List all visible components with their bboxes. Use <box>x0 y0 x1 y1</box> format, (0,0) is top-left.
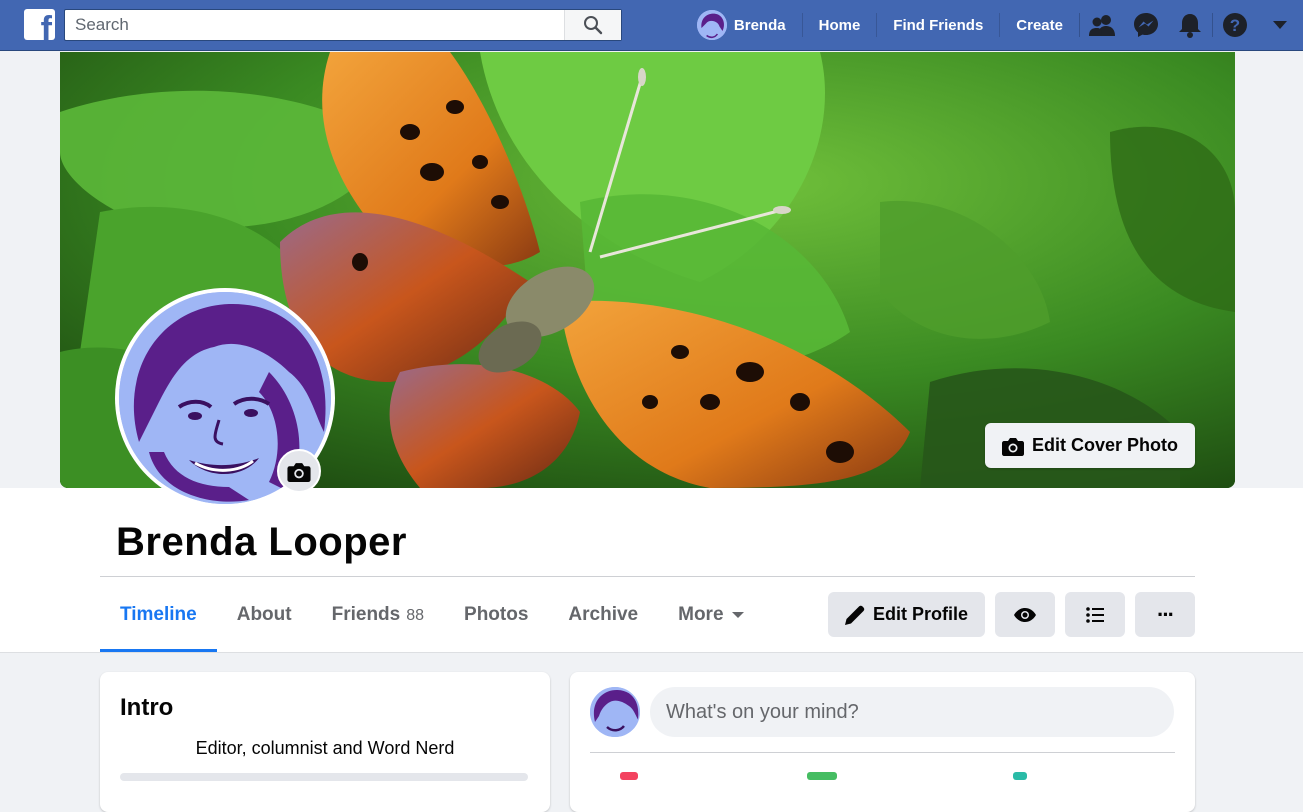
notifications-button[interactable] <box>1168 0 1212 50</box>
activity-log-button[interactable] <box>1065 592 1125 637</box>
help-icon: ? <box>1223 13 1247 37</box>
composer-divider <box>590 752 1175 753</box>
messenger-button[interactable] <box>1124 0 1168 50</box>
edit-profile-label: Edit Profile <box>872 604 968 624</box>
search-input[interactable] <box>65 10 585 40</box>
nav-home-link[interactable]: Home <box>803 13 878 37</box>
tag-friends-action-icon[interactable] <box>807 772 837 780</box>
nav-find-friends-link[interactable]: Find Friends <box>877 13 1001 37</box>
tab-label: Timeline <box>120 603 197 625</box>
edit-cover-photo-button[interactable]: Edit Cover Photo <box>985 423 1195 468</box>
camera-icon <box>1001 437 1024 456</box>
nav-profile-link[interactable]: Brenda <box>696 10 803 40</box>
edit-cover-photo-label: Edit Cover Photo <box>1031 435 1178 455</box>
post-composer-card <box>570 672 1195 812</box>
eye-icon <box>1014 607 1036 622</box>
view-as-button[interactable] <box>995 592 1055 637</box>
logo-letter: f <box>40 10 52 40</box>
friends-icon <box>1089 15 1115 36</box>
intro-card: Intro Editor, columnist and Word Nerd <box>100 672 550 812</box>
profile-tabs: Timeline About Friends 88 Photos Archive… <box>100 577 764 652</box>
tab-label: About <box>236 603 292 625</box>
edit-bio-button[interactable] <box>120 773 528 781</box>
messenger-icon <box>1134 13 1158 37</box>
photo-video-action-icon[interactable] <box>620 772 638 780</box>
top-navigation-bar: f Brenda Home Find Friends Create <box>0 0 1303 51</box>
camera-icon <box>287 462 311 482</box>
tab-about[interactable]: About <box>217 577 312 652</box>
pencil-icon <box>844 605 865 625</box>
nav-create-link[interactable]: Create <box>1000 13 1079 37</box>
facebook-logo-icon[interactable]: f <box>24 9 55 40</box>
tab-label: More <box>678 603 724 625</box>
friends-count: 88 <box>406 607 425 624</box>
tab-photos[interactable]: Photos <box>444 577 548 652</box>
friend-requests-button[interactable] <box>1080 0 1124 50</box>
search-button[interactable] <box>564 10 621 40</box>
tab-archive[interactable]: Archive <box>548 577 658 652</box>
notifications-icon <box>1179 14 1201 38</box>
nav-user-name: Brenda <box>733 16 786 34</box>
search-icon <box>584 16 603 35</box>
intro-title: Intro <box>120 694 174 721</box>
account-menu-button[interactable] <box>1257 0 1303 50</box>
help-button[interactable]: ? <box>1213 0 1257 50</box>
profile-name: Brenda Looper <box>116 520 407 564</box>
tab-label: Archive <box>568 603 639 625</box>
intro-bio: Editor, columnist and Word Nerd <box>195 738 455 758</box>
user-avatar-small <box>696 10 727 40</box>
top-nav-right: Brenda Home Find Friends Create ? <box>696 0 1303 50</box>
composer-avatar[interactable] <box>590 687 640 737</box>
list-icon <box>1086 606 1104 623</box>
chevron-down-icon <box>1273 21 1287 29</box>
caret-down-icon <box>731 611 744 618</box>
feeling-activity-action-icon[interactable] <box>1013 772 1027 780</box>
edit-profile-button[interactable]: Edit Profile <box>828 592 985 637</box>
tab-friends[interactable]: Friends 88 <box>312 577 444 652</box>
tab-more[interactable]: More <box>658 577 763 652</box>
tab-label: Photos <box>464 603 529 625</box>
update-profile-picture-button[interactable] <box>277 449 321 493</box>
composer-input[interactable] <box>650 687 1174 737</box>
search-box <box>64 9 622 41</box>
more-dots-icon: ··· <box>1157 601 1175 627</box>
svg-text:?: ? <box>1230 16 1240 35</box>
tab-timeline[interactable]: Timeline <box>100 577 217 652</box>
more-options-button[interactable]: ··· <box>1135 592 1195 637</box>
tab-label: Friends <box>331 603 401 625</box>
